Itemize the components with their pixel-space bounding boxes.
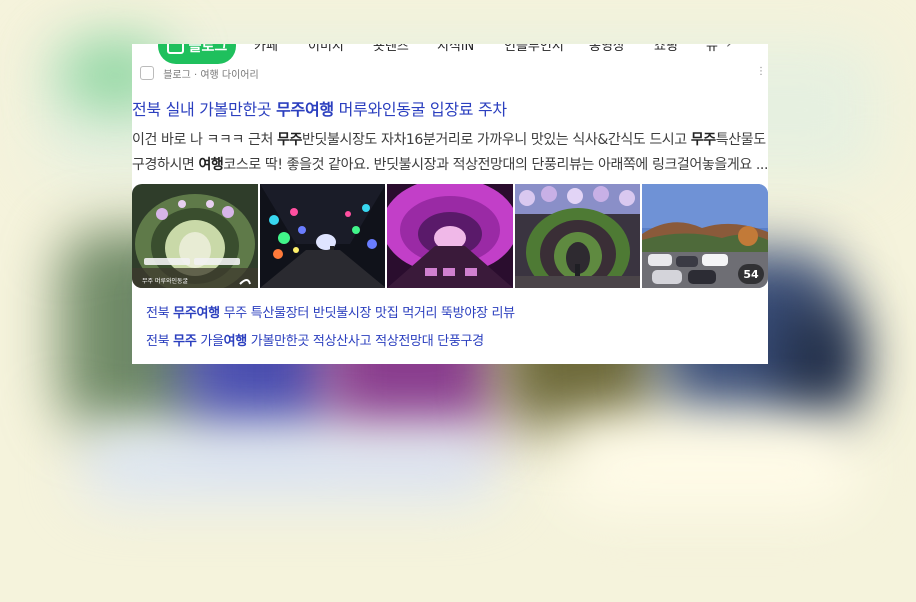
- related-highlight: 무주: [173, 334, 197, 349]
- post-description-line: 구경하시면 여행코스로 딱! 좋을것 같아요. 반딧불시장과 적상전망대의 단풍…: [132, 153, 768, 178]
- desc-text: 코스로 딱! 좋을것 같아요. 반딧불시장과 적상전망대의 단풍리뷰는 아래쪽에…: [223, 157, 768, 173]
- image-count-badge: 54: [737, 264, 764, 284]
- thumbnail-strip: 무주 머루와인동굴 54: [132, 184, 768, 288]
- blog-source-name: 블로그 · 여행 다이어리: [163, 70, 259, 80]
- desc-text: 반딧불시장도 자차16분거리로 가까우니 맛있는 식사&간식도 드시고: [302, 132, 691, 148]
- tab-scroll-right-button[interactable]: ›: [726, 44, 732, 52]
- related-text: 가볼만한곳 적상산사고 적상전망대 단풍구경: [246, 334, 484, 349]
- related-highlight: 여행: [223, 334, 248, 349]
- tab-blog-label: 블로그: [188, 44, 228, 55]
- search-tab-bar: ‹ 블로그 카페 이미지 숏텐츠 지식iN 인플루언서 동영상 쇼핑 뉴 ›: [132, 44, 768, 66]
- desc-text: 구경하시면: [132, 157, 199, 173]
- tab-cafe[interactable]: 카페: [254, 44, 278, 54]
- related-text: 전북: [146, 334, 174, 349]
- desc-highlight: 무주: [277, 132, 303, 148]
- tab-influencer[interactable]: 인플루언서: [504, 44, 564, 54]
- related-highlight: 무주여행: [173, 306, 220, 321]
- post-title-highlight: 무주여행: [276, 100, 334, 119]
- tab-shortents[interactable]: 숏텐츠: [373, 44, 409, 54]
- desc-highlight: 여행: [198, 157, 224, 173]
- post-title-part: 머루와인동굴 입장료 주차: [333, 100, 508, 119]
- post-description-line: 이건 바로 나 ㅋㅋㅋ 근처 무주반딧불시장도 자차16분거리로 가까우니 맛있…: [132, 128, 768, 153]
- blog-result-card: ‹ 블로그 카페 이미지 숏텐츠 지식iN 인플루언서 동영상 쇼핑 뉴 › 블…: [132, 44, 768, 364]
- more-options-icon[interactable]: ⋮: [756, 66, 766, 77]
- blog-favicon-icon: [140, 66, 154, 80]
- post-title-part: 전북 실내 가볼만한곳: [132, 100, 277, 119]
- tab-video[interactable]: 동영상: [589, 44, 625, 54]
- related-text: 전북: [146, 306, 174, 321]
- tab-shopping[interactable]: 쇼핑: [654, 44, 678, 54]
- desc-highlight: 무주: [690, 132, 716, 148]
- thumbnail-cave-garden-arch[interactable]: 무주 머루와인동굴: [132, 184, 258, 288]
- desc-text: 이건 바로 나 ㅋㅋㅋ 근처: [132, 132, 278, 148]
- thumbnail-caption: 무주 머루와인동굴: [142, 278, 189, 285]
- desc-text: 특산물도: [715, 132, 766, 148]
- related-text: 가을: [196, 334, 224, 349]
- post-description[interactable]: 이건 바로 나 ㅋㅋㅋ 근처 무주반딧불시장도 자차16분거리로 가까우니 맛있…: [132, 128, 768, 178]
- post-title-link[interactable]: 전북 실내 가볼만한곳 무주여행 머루와인동굴 입장료 주차: [132, 96, 507, 120]
- thumbnail-neon-tunnel[interactable]: [259, 184, 386, 288]
- thumbnail-purple-tunnel[interactable]: [387, 184, 513, 288]
- tab-news[interactable]: 뉴: [706, 44, 718, 54]
- thumbnail-parking-lot[interactable]: 54: [642, 184, 768, 288]
- speech-bubble-icon: [166, 44, 184, 54]
- tab-kin[interactable]: 지식iN: [437, 44, 474, 54]
- blog-source-row[interactable]: 블로그 · 여행 다이어리: [140, 66, 259, 80]
- related-text: 무주 특산물장터 반딧불시장 맛집 먹거리 뚝방야장 리뷰: [219, 306, 515, 321]
- thumbnail-wisteria-arch[interactable]: [514, 184, 641, 288]
- related-post-link[interactable]: 전북 무주여행 무주 특산물장터 반딧불시장 맛집 먹거리 뚝방야장 리뷰: [146, 302, 515, 321]
- related-post-link[interactable]: 전북 무주 가을여행 가볼만한곳 적상산사고 적상전망대 단풍구경: [146, 330, 484, 349]
- tab-blog[interactable]: 블로그: [158, 44, 236, 64]
- tab-image[interactable]: 이미지: [308, 44, 344, 54]
